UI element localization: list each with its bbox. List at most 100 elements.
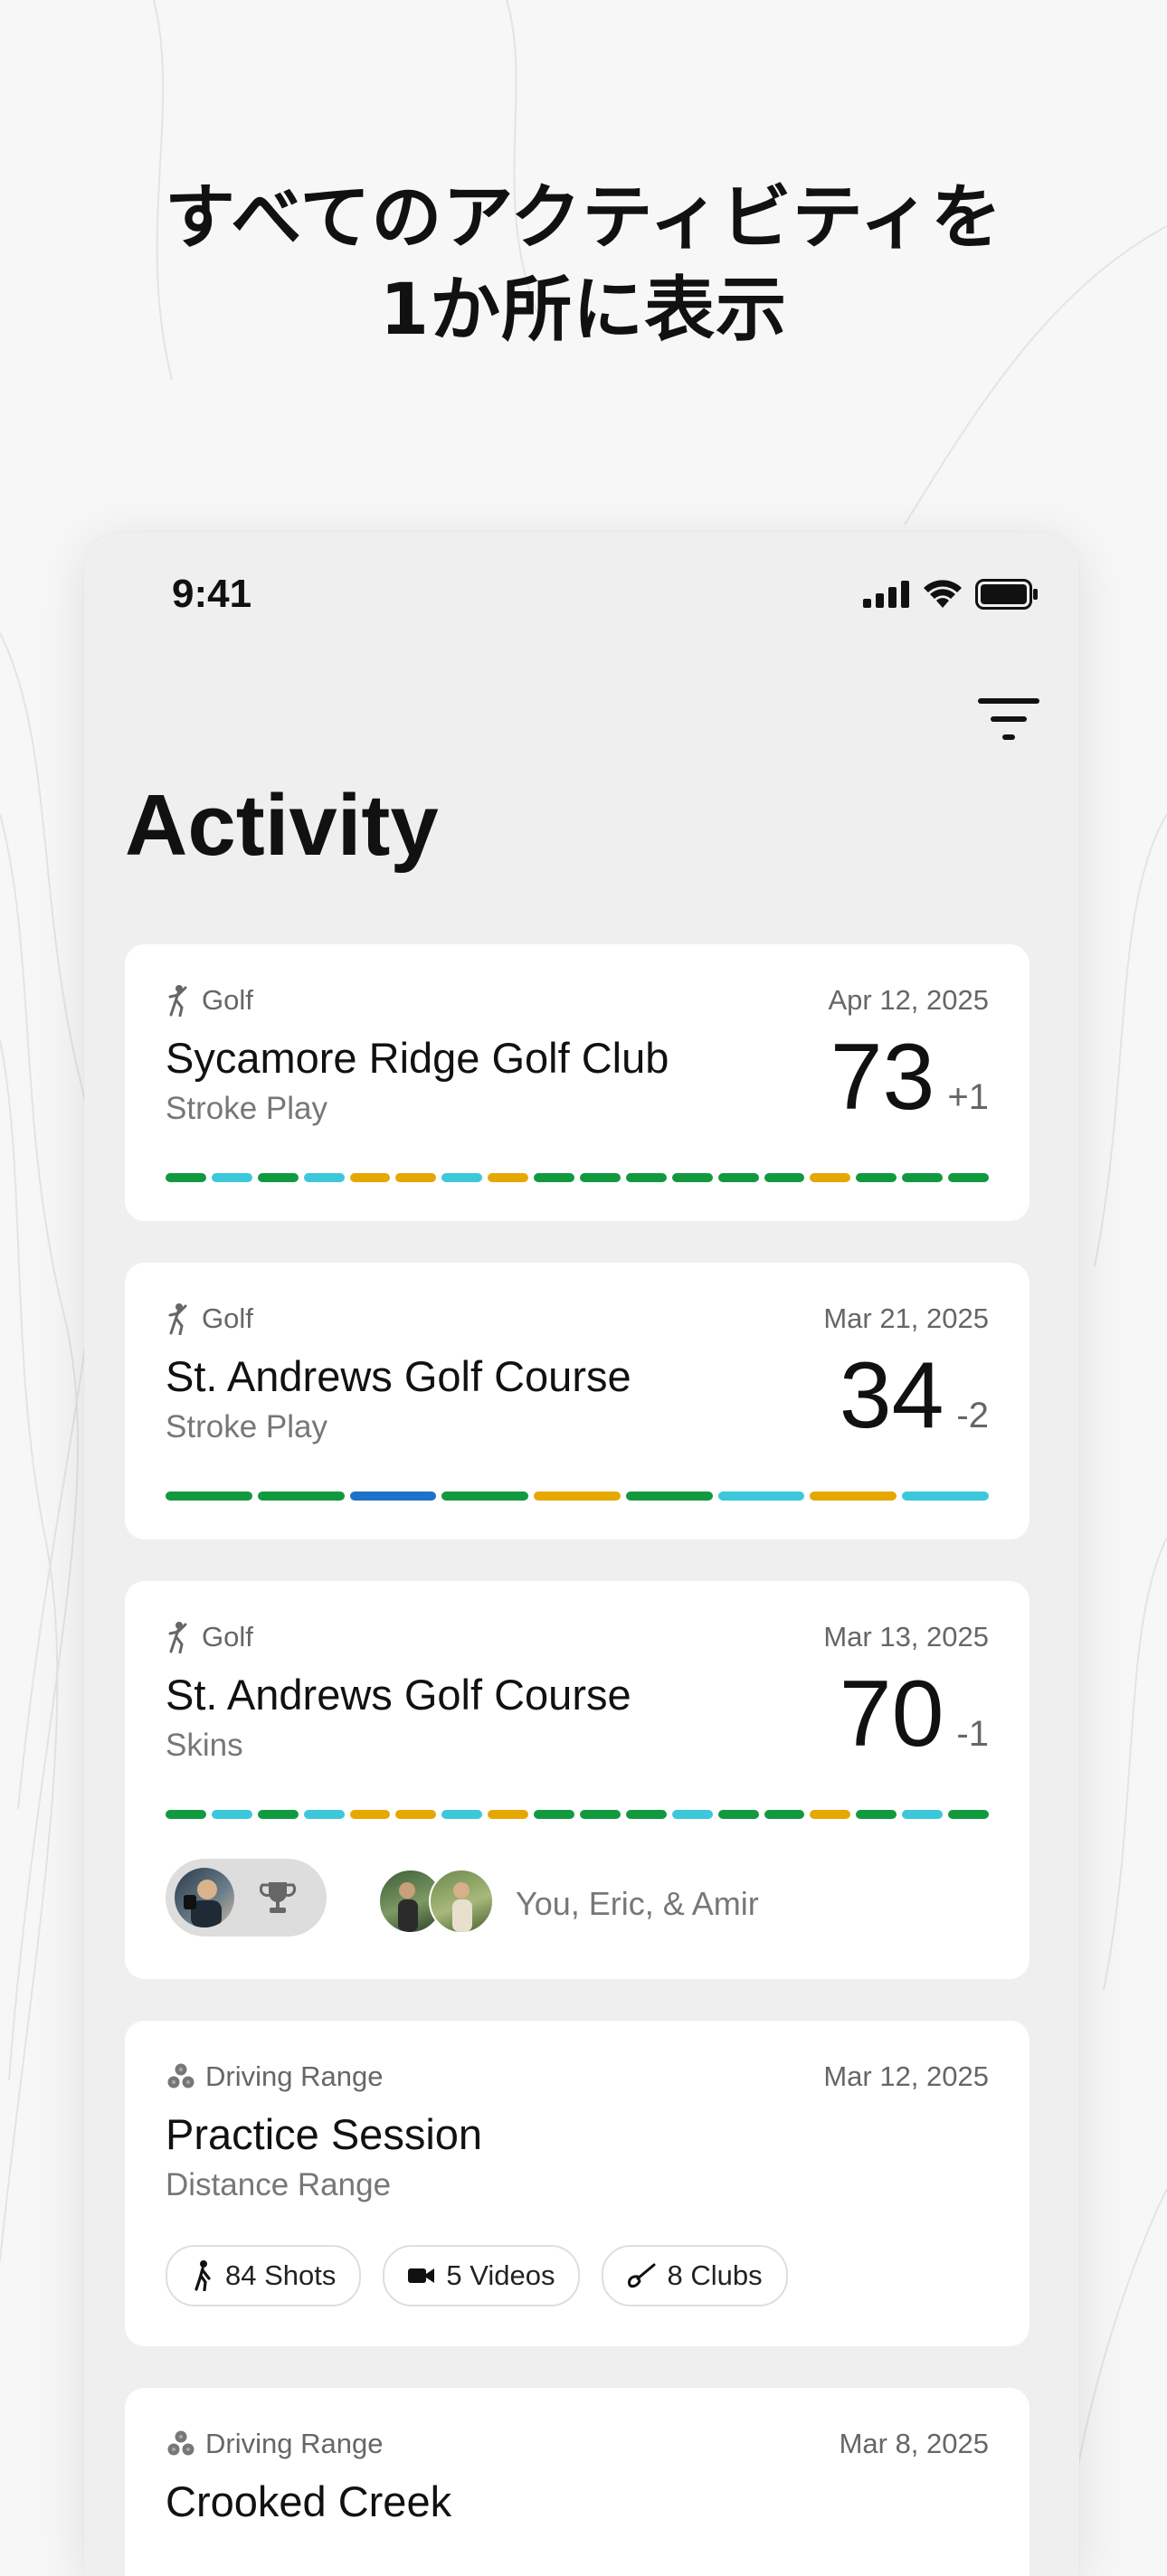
hole-result-bogey	[395, 1810, 437, 1819]
battery-icon	[975, 579, 1038, 610]
score: 70 -1	[840, 1667, 989, 1761]
hole-result-par	[257, 1810, 299, 1819]
golfer-icon	[168, 985, 187, 1017]
hole-result-par	[856, 1173, 897, 1182]
wifi-icon	[924, 580, 962, 608]
trophy-icon	[260, 1882, 296, 1913]
score-total: 73	[830, 1025, 935, 1130]
activity-mode: Stroke Play	[166, 1091, 327, 1126]
hole-result-birdie	[211, 1810, 252, 1819]
hole-result-bogey	[534, 1492, 621, 1501]
activity-card[interactable]: Golf Apr 12, 2025 Sycamore Ridge Golf Cl…	[125, 944, 1029, 1221]
session-stats: 84 Shots 5 Videos 8 Clubs	[166, 2245, 788, 2306]
hole-result-birdie	[717, 1492, 805, 1501]
hole-result-par	[580, 1173, 621, 1182]
hole-result-birdie	[303, 1173, 345, 1182]
range-balls-icon	[167, 2430, 194, 2456]
hole-results	[166, 1492, 990, 1501]
headline-line-2: 1か所に表示	[379, 270, 788, 351]
hole-result-par	[257, 1492, 345, 1501]
activity-course: St. Andrews Golf Course	[166, 1352, 631, 1400]
hole-result-par	[671, 1173, 713, 1182]
golfer-icon	[194, 2260, 211, 2291]
hole-result-bogey	[810, 1810, 851, 1819]
cellular-signal-icon	[863, 581, 909, 608]
activity-mode: Skins	[166, 1728, 243, 1763]
golfer-icon	[168, 1303, 187, 1335]
headline-line-1: すべてのアクティビティを	[164, 177, 1003, 259]
hole-result-birdie	[671, 1810, 713, 1819]
score-total: 70	[839, 1662, 944, 1766]
shots-chip[interactable]: 84 Shots	[166, 2245, 362, 2306]
hole-result-birdie	[902, 1810, 944, 1819]
hole-result-eagle	[349, 1492, 437, 1501]
page-title: Activity	[125, 777, 439, 874]
activity-title: Crooked Creek	[166, 2477, 452, 2525]
players-label: You, Eric, & Amir	[516, 1885, 759, 1922]
activity-date: Mar 13, 2025	[823, 1621, 989, 1653]
hole-result-par	[902, 1173, 944, 1182]
activity-mode: Distance Range	[166, 2167, 392, 2202]
hole-result-par	[441, 1492, 529, 1501]
activity-type: Driving Range	[166, 2428, 383, 2460]
videos-label: 5 Videos	[446, 2259, 555, 2291]
hole-result-par	[166, 1173, 206, 1182]
players-row	[166, 1859, 327, 1937]
videos-chip[interactable]: 5 Videos	[383, 2245, 581, 2306]
hole-result-birdie	[441, 1810, 483, 1819]
score-to-par: -1	[956, 1714, 989, 1754]
activity-type: Golf	[166, 1302, 253, 1335]
activity-card[interactable]: Golf Mar 21, 2025 St. Andrews Golf Cours…	[125, 1263, 1029, 1539]
hole-result-par	[166, 1810, 206, 1819]
hole-result-birdie	[211, 1173, 252, 1182]
hole-result-birdie	[303, 1810, 345, 1819]
activity-date: Apr 12, 2025	[828, 984, 989, 1016]
activity-type-label: Driving Range	[205, 2428, 384, 2459]
winner-badge[interactable]	[166, 1859, 327, 1937]
hole-result-birdie	[902, 1492, 990, 1501]
hole-result-par	[534, 1810, 575, 1819]
phone-screen: 9:41 Activity Golf Apr 12, 2025 Sycamore…	[84, 532, 1079, 2576]
activity-type-label: Golf	[202, 984, 253, 1016]
hole-results	[166, 1810, 990, 1819]
status-icons	[863, 579, 1039, 610]
activity-course: Sycamore Ridge Golf Club	[166, 1034, 669, 1082]
activity-course: St. Andrews Golf Course	[166, 1671, 631, 1719]
player-avatars[interactable]	[378, 1869, 496, 1934]
activity-card[interactable]: Driving Range Mar 8, 2025 Crooked Creek	[125, 2388, 1029, 2576]
activity-type: Driving Range	[166, 2060, 383, 2093]
video-camera-icon	[408, 2268, 435, 2283]
hole-result-par	[717, 1173, 759, 1182]
activity-type: Golf	[166, 984, 253, 1017]
hole-results	[166, 1173, 990, 1182]
activity-title: Practice Session	[166, 2110, 483, 2158]
filter-button[interactable]	[976, 693, 1041, 747]
hole-result-bogey	[810, 1173, 851, 1182]
activity-type-label: Golf	[202, 1302, 253, 1334]
activity-card[interactable]: Golf Mar 13, 2025 St. Andrews Golf Cours…	[125, 1581, 1029, 1979]
shots-label: 84 Shots	[225, 2259, 337, 2291]
hole-result-par	[948, 1810, 990, 1819]
range-balls-icon	[167, 2063, 194, 2088]
hole-result-bogey	[349, 1173, 391, 1182]
activity-date: Mar 21, 2025	[823, 1302, 989, 1334]
score-total: 34	[839, 1343, 944, 1448]
winner-avatar	[175, 1868, 234, 1927]
hole-result-par	[625, 1810, 667, 1819]
activity-type-label: Golf	[202, 1621, 253, 1653]
hole-result-par	[948, 1173, 990, 1182]
score: 73 +1	[830, 1030, 989, 1124]
score-to-par: -2	[956, 1396, 989, 1435]
score: 34 -2	[840, 1349, 989, 1443]
clubs-chip[interactable]: 8 Clubs	[602, 2245, 788, 2306]
activity-date: Mar 8, 2025	[839, 2428, 989, 2459]
golfer-icon	[168, 1622, 187, 1653]
hole-result-par	[166, 1492, 252, 1501]
activity-type: Golf	[166, 1621, 253, 1653]
filter-icon	[978, 698, 1039, 740]
avatar-amir	[429, 1869, 494, 1934]
hole-result-bogey	[488, 1173, 529, 1182]
activity-card[interactable]: Driving Range Mar 12, 2025 Practice Sess…	[125, 2021, 1029, 2346]
hole-result-par	[717, 1810, 759, 1819]
activity-date: Mar 12, 2025	[823, 2060, 989, 2092]
